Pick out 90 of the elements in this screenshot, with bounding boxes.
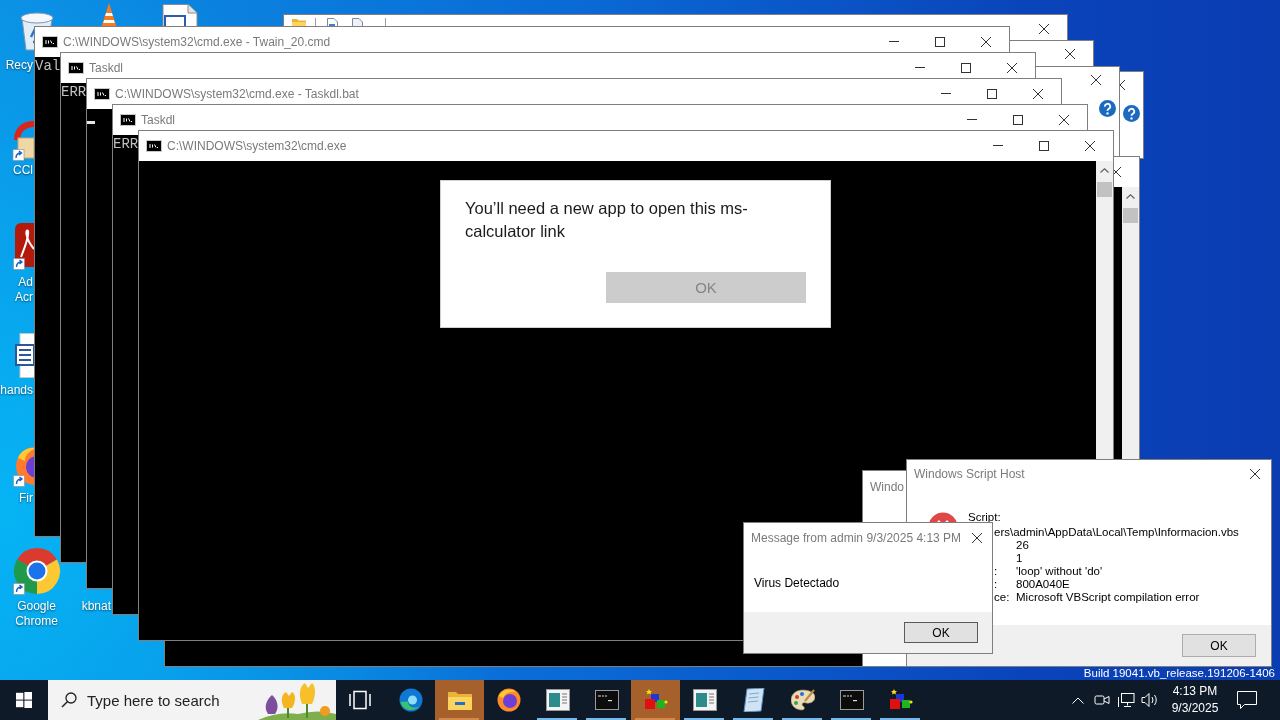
minimize-icon [915, 67, 925, 68]
help-icon[interactable] [1123, 105, 1140, 122]
window-title: Windows Script Host [914, 467, 1025, 481]
close-icon [1065, 49, 1075, 59]
search-field[interactable]: Type here to search [48, 680, 336, 720]
console-icon [68, 62, 84, 74]
camera-icon[interactable] [1094, 693, 1110, 707]
close-icon [972, 533, 982, 543]
field-value: 800A040E [1016, 578, 1071, 591]
console-text: Val [35, 58, 61, 74]
window-title: C:\WINDOWS\system32\cmd.exe - Taskdl.bat [115, 87, 359, 101]
maximize-icon [1039, 140, 1049, 151]
icon-label[interactable]: hands [0, 383, 33, 398]
console-icon [42, 36, 58, 48]
close-icon [1059, 114, 1069, 125]
close-icon [1250, 469, 1260, 479]
console-icon [120, 114, 136, 126]
scroll-up-icon[interactable] [1126, 194, 1135, 199]
ok-button[interactable]: OK [904, 622, 978, 643]
chevron-up-icon[interactable] [1072, 696, 1084, 704]
close-icon [1091, 75, 1101, 85]
terminal-icon [839, 690, 864, 710]
close-icon [1033, 88, 1043, 99]
search-input[interactable]: Type here to search [87, 691, 258, 709]
minimize-icon [967, 119, 977, 120]
field-label: Script: [968, 511, 1002, 523]
icon-label[interactable]: Recy [5, 58, 33, 73]
icon-label[interactable]: Fir [19, 491, 33, 506]
notepad-icon [742, 688, 765, 712]
pdf-icon[interactable] [13, 223, 34, 271]
folder-icon [447, 690, 472, 710]
cubes-icon [888, 689, 913, 711]
field-label: ce: [994, 591, 1010, 603]
scrollbar-thumb[interactable] [1097, 182, 1112, 197]
console-icon [146, 140, 162, 152]
prompt-message: You’ll need a new app to open this ms-calculator link [465, 198, 749, 242]
maximize-icon [935, 36, 945, 47]
scroll-up-icon[interactable] [1100, 168, 1109, 173]
window-title: Taskdl [89, 61, 123, 75]
maximize-icon [1013, 114, 1023, 125]
close-icon [1085, 140, 1095, 151]
cleaner-icon[interactable] [12, 118, 34, 162]
field-label: : [994, 578, 998, 590]
word-document-icon[interactable] [15, 333, 34, 378]
cubes-icon [643, 689, 668, 711]
build-info-text: Build 19041.vb_release.191206-1406 [1083, 667, 1275, 680]
search-icon [61, 692, 77, 708]
scrollbar-thumb[interactable] [1123, 208, 1138, 223]
help-icon[interactable] [1099, 100, 1116, 117]
minimize-icon [993, 145, 1003, 146]
field-value: 1 [1016, 552, 1024, 565]
network-icon[interactable] [1117, 692, 1135, 708]
window-title: Message from admin 9/3/2025 4:13 PM [751, 531, 962, 545]
ok-button[interactable]: OK [1182, 634, 1256, 657]
close-icon [981, 36, 991, 47]
minimize-icon [941, 93, 951, 94]
chrome-icon[interactable] [13, 547, 61, 595]
script-path: ers\admin\AppData\Local\Temp\Informacion.vbs [994, 526, 1239, 539]
terminal-icon [594, 690, 619, 710]
console-text: ERR [113, 136, 139, 152]
field-value: 'loop' without 'do' [1016, 565, 1104, 578]
speaker-icon[interactable] [1141, 692, 1159, 708]
icon-label[interactable]: kbnat [81, 599, 111, 614]
maximize-icon [961, 62, 971, 73]
message-text: Virus Detectado [754, 576, 840, 590]
maximize-icon [987, 88, 997, 99]
windows-logo-icon [16, 692, 32, 708]
window-title: Taskdl [141, 113, 175, 127]
swirl-icon [398, 688, 423, 712]
window-title: Windo [870, 480, 904, 494]
app-window-icon [545, 689, 570, 711]
console-text: ERR [61, 84, 87, 100]
field-label: : [994, 565, 998, 577]
document-icon[interactable] [162, 4, 198, 26]
app-window-icon [692, 689, 717, 711]
icon-label[interactable]: CCl [13, 163, 33, 178]
minimize-icon [889, 41, 899, 42]
window-title: C:\WINDOWS\system32\cmd.exe [167, 139, 347, 153]
task-view-icon [349, 690, 371, 710]
clock[interactable]: 4:13 PM 9/3/2025 [1162, 680, 1228, 720]
close-icon [1007, 62, 1017, 73]
notification-icon[interactable] [1237, 691, 1257, 709]
window-title: C:\WINDOWS\system32\cmd.exe - Twain_20.cmd [63, 35, 331, 49]
field-value: Microsoft VBScript compilation error [1016, 591, 1200, 604]
close-icon [1039, 24, 1049, 34]
field-value: 26 [1016, 539, 1030, 552]
icon-label[interactable]: Ad Acr [15, 275, 33, 305]
console-icon [94, 88, 110, 100]
firefox-icon [496, 688, 521, 712]
palette-icon [790, 689, 815, 711]
